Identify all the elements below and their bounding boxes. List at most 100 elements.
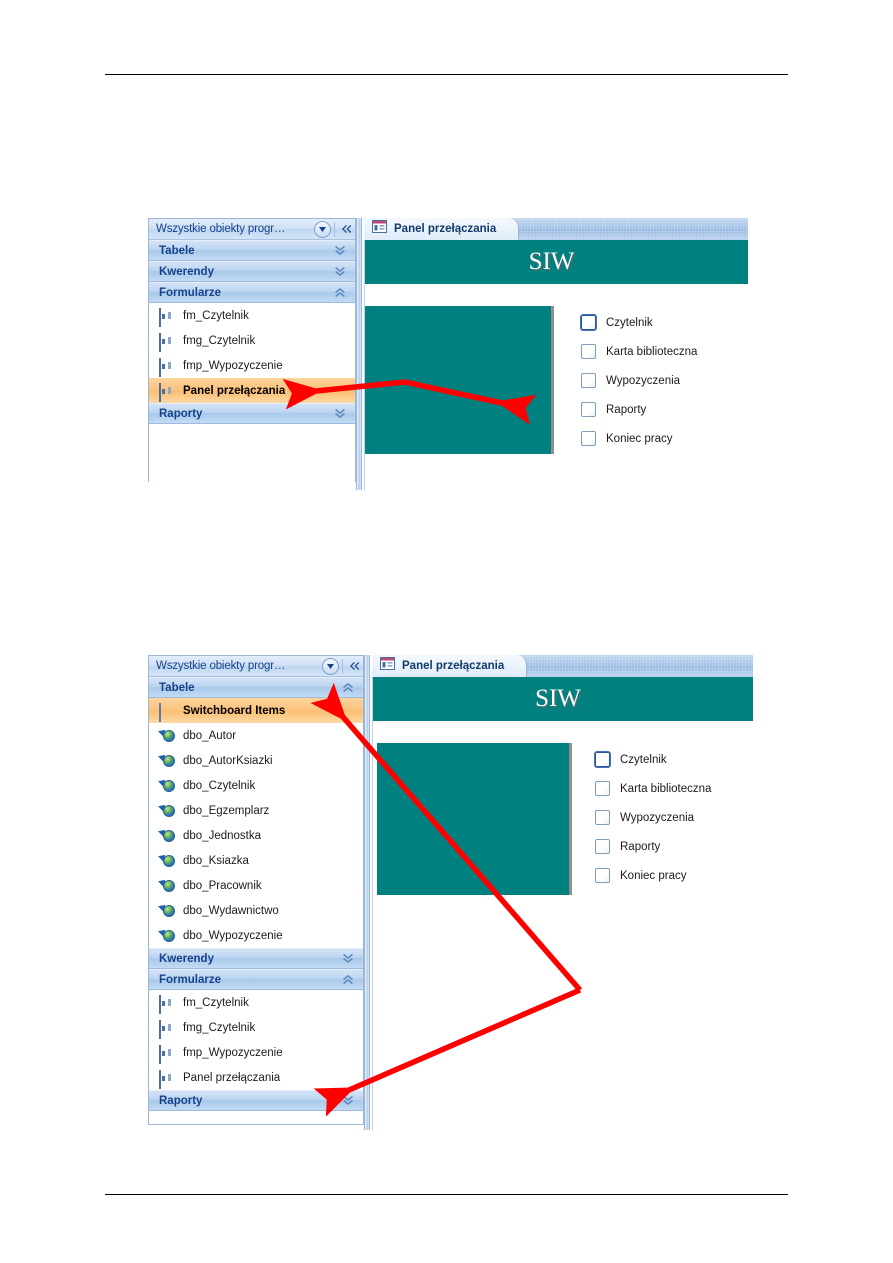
nav-item[interactable]: fm_Czytelnik <box>149 303 355 328</box>
nav-group-header[interactable]: Tabele <box>149 240 355 261</box>
nav-item-label: Panel przełączania <box>183 1071 281 1084</box>
figure-one: Wszystkie obiekty progr… Tabele Kwerendy F… <box>148 218 748 498</box>
form-icon <box>159 994 175 1014</box>
nav-item-label: fmg_Czytelnik <box>183 334 256 347</box>
checkbox-icon[interactable] <box>595 868 610 883</box>
nav-pane-header[interactable]: Wszystkie obiekty progr… <box>149 219 355 240</box>
nav-item[interactable]: dbo_Jednostka <box>149 823 363 848</box>
nav-item[interactable]: dbo_Czytelnik <box>149 773 363 798</box>
switchboard-option-label: Czytelnik <box>606 316 653 329</box>
nav-pane-header[interactable]: Wszystkie obiekty progr… <box>149 656 363 677</box>
nav-group-label: Kwerendy <box>159 265 214 278</box>
nav-group-header[interactable]: Kwerendy <box>149 948 363 969</box>
checkbox-icon[interactable] <box>595 781 610 796</box>
nav-item[interactable]: Panel przełączania <box>149 1065 363 1090</box>
nav-item[interactable]: dbo_AutorKsiazki <box>149 748 363 773</box>
checkbox-icon[interactable] <box>581 373 596 388</box>
switchboard-option[interactable]: Karta biblioteczna <box>595 774 711 803</box>
nav-item-label: dbo_Wypozyczenie <box>183 929 283 942</box>
double-chevron-down-icon[interactable] <box>335 409 347 418</box>
nav-item-label: dbo_Wydawnictwo <box>183 904 279 917</box>
nav-item[interactable]: dbo_Ksiazka <box>149 848 363 873</box>
nav-group-header[interactable]: Formularze <box>149 282 355 303</box>
checkbox-icon[interactable] <box>595 810 610 825</box>
form-detail-section: Czytelnik Karta biblioteczna Wypozyczenia R… <box>373 721 753 1130</box>
switchboard-option[interactable]: Czytelnik <box>581 308 697 337</box>
nav-group-label: Formularze <box>159 973 221 986</box>
document-tab-panel-przelaczania[interactable]: Panel przełączania <box>372 655 528 677</box>
nav-item[interactable]: fmp_Wypozyczenie <box>149 1040 363 1065</box>
switchboard-option-label: Karta biblioteczna <box>620 782 712 795</box>
checkbox-icon[interactable] <box>581 431 596 446</box>
nav-item-label: dbo_Czytelnik <box>183 779 256 792</box>
switchboard-option[interactable]: Raporty <box>581 395 697 424</box>
nav-group-header[interactable]: Raporty <box>149 403 355 424</box>
nav-item-label: dbo_Egzemplarz <box>183 804 270 817</box>
nav-item-label: fm_Czytelnik <box>183 309 249 322</box>
double-chevron-up-icon[interactable] <box>343 683 355 692</box>
chevron-down-icon[interactable] <box>314 220 331 238</box>
linked-table-icon <box>158 751 175 768</box>
nav-header-separator <box>342 658 343 674</box>
double-chevron-down-icon[interactable] <box>335 246 347 255</box>
nav-item[interactable]: dbo_Pracownik <box>149 873 363 898</box>
form-icon <box>159 332 175 352</box>
nav-group-header[interactable]: Tabele <box>149 677 363 698</box>
nav-item[interactable]: dbo_Egzemplarz <box>149 798 363 823</box>
document-area: Panel przełączania SIW Czytelnik Karta bi… <box>364 218 748 490</box>
checkbox-icon[interactable] <box>581 344 596 359</box>
form-title: SIW <box>535 685 581 712</box>
switchboard-option[interactable]: Raporty <box>595 832 711 861</box>
nav-item[interactable]: fmp_Wypozyczenie <box>149 353 355 378</box>
checkbox-icon[interactable] <box>581 315 596 330</box>
switchboard-option[interactable]: Koniec pracy <box>595 861 711 890</box>
switchboard-option-label: Raporty <box>606 403 647 416</box>
switchboard-option[interactable]: Wypozyczenia <box>595 803 711 832</box>
checkbox-icon[interactable] <box>595 752 610 767</box>
nav-group-header[interactable]: Kwerendy <box>149 261 355 282</box>
switchboard-option[interactable]: Koniec pracy <box>581 424 697 453</box>
nav-item[interactable]: dbo_Wypozyczenie <box>149 923 363 948</box>
double-chevron-up-icon[interactable] <box>343 975 355 984</box>
nav-group-header[interactable]: Raporty <box>149 1090 363 1111</box>
nav-group-label: Raporty <box>159 407 203 420</box>
switchboard-option-label: Raporty <box>620 840 661 853</box>
double-chevron-left-icon[interactable] <box>347 662 361 670</box>
pane-splitter[interactable] <box>356 218 362 490</box>
nav-item[interactable]: dbo_Wydawnictwo <box>149 898 363 923</box>
nav-group-label: Kwerendy <box>159 952 214 965</box>
switchboard-option[interactable]: Wypozyczenia <box>581 366 697 395</box>
nav-group-header[interactable]: Formularze <box>149 969 363 990</box>
nav-item-label: dbo_Jednostka <box>183 829 262 842</box>
switchboard-option-label: Karta biblioteczna <box>606 345 698 358</box>
nav-pane-groups: Tabele Kwerendy Formularze fm_Czytelnik fmg_… <box>149 240 355 424</box>
double-chevron-down-icon[interactable] <box>343 1096 355 1105</box>
double-chevron-down-icon[interactable] <box>343 954 355 963</box>
switchboard-option[interactable]: Karta biblioteczna <box>581 337 697 366</box>
double-chevron-down-icon[interactable] <box>335 267 347 276</box>
pane-splitter[interactable] <box>364 655 370 1130</box>
double-chevron-left-icon[interactable] <box>339 225 353 233</box>
nav-item-label: dbo_Autor <box>183 729 237 742</box>
checkbox-icon[interactable] <box>581 402 596 417</box>
form-icon <box>380 657 395 675</box>
nav-group-label: Tabele <box>159 244 195 257</box>
switchboard-option[interactable]: Czytelnik <box>595 745 711 774</box>
document-tab-label: Panel przełączania <box>402 660 505 672</box>
document-tab-panel-przelaczania[interactable]: Panel przełączania <box>364 218 520 240</box>
chevron-down-icon[interactable] <box>322 657 339 675</box>
nav-item[interactable]: fm_Czytelnik <box>149 990 363 1015</box>
double-chevron-up-icon[interactable] <box>335 288 347 297</box>
document-tab-label: Panel przełączania <box>394 223 497 235</box>
checkbox-icon[interactable] <box>595 839 610 854</box>
form-header-band: SIW <box>373 677 753 721</box>
form-icon <box>159 382 175 402</box>
nav-group-label: Formularze <box>159 286 221 299</box>
nav-item[interactable]: fmg_Czytelnik <box>149 328 355 353</box>
nav-item-selected[interactable]: Panel przełączania <box>149 378 355 403</box>
linked-table-icon <box>158 851 175 868</box>
nav-item-selected[interactable]: Switchboard Items <box>149 698 363 723</box>
nav-item[interactable]: dbo_Autor <box>149 723 363 748</box>
nav-item[interactable]: fmg_Czytelnik <box>149 1015 363 1040</box>
form-icon <box>372 220 387 238</box>
